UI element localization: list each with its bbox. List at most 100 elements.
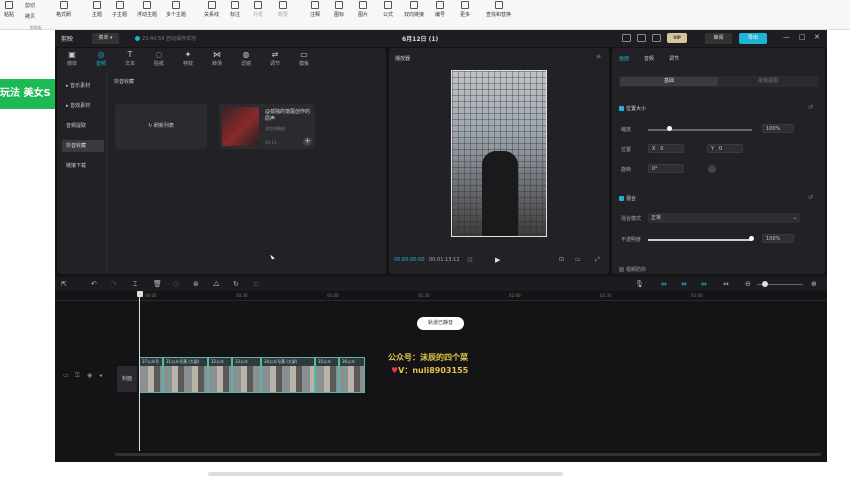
project-title[interactable]: 6月12日 (1) xyxy=(402,34,438,43)
opacity-value[interactable]: 100% xyxy=(762,234,794,243)
rotate-dial-icon[interactable] xyxy=(708,165,716,173)
tab-filter[interactable]: ◍ 滤镜 xyxy=(233,50,259,67)
rotate-icon[interactable]: ↻ xyxy=(233,280,239,288)
sidebar-item-music[interactable]: ▸ 音乐素材 xyxy=(62,80,104,92)
ratio-icon[interactable]: ▭ xyxy=(575,256,581,263)
redo-icon[interactable]: ↷ xyxy=(111,280,117,288)
refresh-list-card[interactable]: ↻ 刷新列表 xyxy=(115,104,207,149)
comment-button[interactable]: 注释 xyxy=(310,1,320,18)
subtab-basic[interactable]: 基础 xyxy=(620,77,718,86)
zoom-in-icon[interactable]: ⊕ xyxy=(811,280,817,288)
close-icon[interactable]: ✕ xyxy=(814,33,820,41)
tab-effects[interactable]: ✦ 特效 xyxy=(175,50,201,67)
reverse-icon[interactable]: ⊛ xyxy=(193,280,199,288)
fit-icon[interactable]: ⊡ xyxy=(559,256,564,263)
outline-button[interactable]: 外框 xyxy=(253,1,263,18)
tab-audio-inspector[interactable]: 音频 xyxy=(644,55,654,62)
tab-transition[interactable]: ⋈ 转场 xyxy=(204,50,230,67)
format-painter-button[interactable]: 格式刷 xyxy=(56,1,71,18)
subtopic-button[interactable]: 子主题 xyxy=(112,1,127,18)
more-button[interactable]: 更多 xyxy=(460,1,470,18)
vip-badge[interactable]: VIP xyxy=(667,33,687,43)
formula-button[interactable]: 公式 xyxy=(383,1,393,18)
video-clip[interactable]: 32公众 xyxy=(208,357,232,393)
video-clip[interactable]: 31公众号黄 (大屏) xyxy=(163,357,208,393)
multi-topic-button[interactable]: 多个主题 xyxy=(166,1,186,18)
video-clip[interactable]: 36公众 xyxy=(339,357,365,393)
maximize-icon[interactable]: □ xyxy=(799,33,806,41)
position-x-field[interactable]: X 0 xyxy=(648,144,684,153)
player-menu-icon[interactable]: ≡ xyxy=(596,53,601,60)
summary-button[interactable]: 概要 xyxy=(278,1,288,18)
scale-slider[interactable] xyxy=(648,129,752,131)
video-clip[interactable]: 35公众 xyxy=(315,357,339,393)
select-tool-icon[interactable]: ⇱ xyxy=(61,280,67,288)
timeline-ruler[interactable]: 00:00 00:30 01:00 01:30 02:00 02:30 03:0… xyxy=(139,292,824,300)
zoom-slider-knob[interactable] xyxy=(762,281,768,287)
play-button[interactable]: ▶ xyxy=(495,256,500,264)
track-lock-icon-2[interactable]: ⚿ xyxy=(75,372,80,380)
video-preview[interactable] xyxy=(451,70,547,237)
bilink-button[interactable]: 双向链接 xyxy=(404,1,424,18)
sidebar-item-sfx[interactable]: ▸ 音效素材 xyxy=(62,100,104,112)
video-clip[interactable]: 37公众号 xyxy=(139,357,163,393)
page-horizontal-scrollbar[interactable] xyxy=(208,472,563,476)
export-button[interactable]: 导出 xyxy=(739,33,767,44)
zoom-out-icon[interactable]: ⊖ xyxy=(745,280,751,288)
split-icon[interactable]: ⌶ xyxy=(133,280,137,289)
shortcut-icon[interactable] xyxy=(637,34,646,42)
image-button[interactable]: 图片 xyxy=(358,1,368,18)
crop-icon[interactable]: ⊏ xyxy=(253,280,259,288)
audio-track-card[interactable]: @孤独的落尾创作的原声 添加到播放 00:13 + xyxy=(219,104,315,149)
main-track-link-icon[interactable]: ⇹ xyxy=(661,280,667,288)
label-button[interactable]: 标注 xyxy=(230,1,240,18)
add-track-button[interactable]: + xyxy=(303,137,312,146)
scale-value[interactable]: 100% xyxy=(762,124,794,133)
video-clip[interactable]: 33公众 xyxy=(232,357,261,393)
find-replace-button[interactable]: 查找和替换 xyxy=(486,1,511,18)
timecode-toggle-icon[interactable]: ▥ xyxy=(467,256,473,263)
scale-slider-knob[interactable] xyxy=(667,126,672,131)
tab-text[interactable]: T 文本 xyxy=(117,50,143,67)
section-stabilize[interactable]: 视频防抖 xyxy=(619,266,646,273)
opacity-slider[interactable] xyxy=(648,239,752,241)
microphone-icon[interactable]: 🎙 xyxy=(635,280,644,288)
mirror-icon[interactable]: ⧍ xyxy=(213,280,220,289)
relation-button[interactable]: 关系线 xyxy=(204,1,219,18)
subtab-cutout[interactable]: 抠像抠图 xyxy=(719,77,817,86)
sidebar-item-link-download[interactable]: 链接下载 xyxy=(62,160,104,172)
playhead[interactable] xyxy=(139,293,140,451)
track-lock-icon[interactable]: ▭ xyxy=(63,372,69,379)
rotate-field[interactable]: 0° xyxy=(648,164,684,173)
review-button[interactable]: 审阅 xyxy=(705,33,732,44)
track-audio-icon[interactable]: ◂ xyxy=(99,372,102,379)
undo-icon[interactable]: ↶ xyxy=(91,280,97,288)
section-blend[interactable]: 混合 xyxy=(619,195,636,202)
tab-picture[interactable]: 画面 xyxy=(619,55,629,62)
position-y-field[interactable]: Y 0 xyxy=(707,144,743,153)
delete-icon[interactable]: 🗑 xyxy=(153,280,162,288)
opacity-slider-knob[interactable] xyxy=(749,236,754,241)
section-position-size[interactable]: 位置大小 xyxy=(619,105,646,112)
sidebar-item-douyin-favorites[interactable]: 抖音收藏 xyxy=(62,140,104,152)
sidebar-item-extract[interactable]: 音频提取 xyxy=(62,120,104,132)
playhead-handle[interactable] xyxy=(137,291,143,297)
tab-sticker[interactable]: ◌ 贴纸 xyxy=(146,50,172,67)
reset-icon[interactable]: ↺ xyxy=(808,104,813,111)
cover-button[interactable]: 封面 xyxy=(117,366,137,392)
paste-button[interactable]: 粘贴 xyxy=(4,1,14,18)
float-topic-button[interactable]: 浮动主题 xyxy=(137,1,157,18)
tab-media[interactable]: ▣ 媒体 xyxy=(59,50,85,67)
fullscreen-icon[interactable]: ⤢ xyxy=(595,256,600,264)
layout-icon[interactable] xyxy=(622,34,631,42)
tab-template[interactable]: ▭ 模板 xyxy=(291,50,317,67)
auto-snap-icon[interactable]: ⇹ xyxy=(681,280,687,288)
tab-adjust-inspector[interactable]: 调节 xyxy=(669,55,679,62)
blend-mode-select[interactable]: 正常 ⌄ xyxy=(648,213,800,223)
tab-audio[interactable]: ◎ 音频 xyxy=(88,50,114,67)
video-clip[interactable]: 34公众号黄 (大屏) xyxy=(261,357,315,393)
linkage-icon[interactable]: ⇹ xyxy=(701,280,707,288)
tab-adjust[interactable]: ⇌ 调节 xyxy=(262,50,288,67)
cut-button[interactable]: 剪切 xyxy=(25,2,35,9)
timeline-scrollbar[interactable] xyxy=(115,453,821,456)
